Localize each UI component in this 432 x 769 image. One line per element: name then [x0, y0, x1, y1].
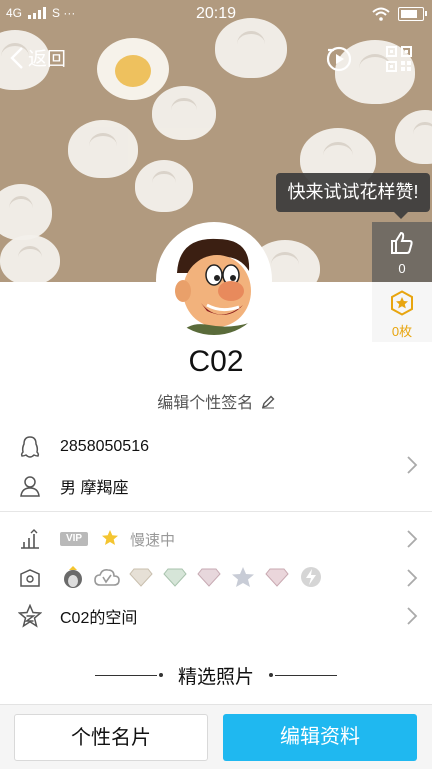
divider [95, 675, 157, 676]
chevron-right-icon [407, 530, 418, 548]
divider [0, 511, 432, 512]
coin-count: 0枚 [391, 324, 413, 339]
edit-profile-button[interactable]: 编辑资料 [223, 714, 417, 761]
diamond-badge-icon [196, 565, 222, 589]
vip-row[interactable]: VIP 慢速中 [0, 525, 432, 553]
divider [275, 675, 337, 676]
qq-number: 2858050516 [60, 438, 149, 455]
qzone-label: C02的空间 [60, 610, 138, 627]
diamond-badge-icon [162, 565, 188, 589]
chevron-right-icon[interactable] [406, 455, 418, 475]
back-button[interactable]: 返回 [10, 44, 66, 71]
wifi-icon [372, 7, 390, 21]
cover-pattern [152, 86, 216, 140]
badge-icon [18, 566, 42, 590]
nickname: C02 [188, 345, 244, 378]
thumb-up-icon [391, 231, 413, 254]
cover-pattern [115, 55, 151, 87]
music-icon [326, 46, 352, 72]
battery-icon [398, 7, 427, 21]
like-button[interactable]: 0 [372, 222, 432, 282]
diamond-badge-icon [128, 565, 154, 589]
cover-pattern [0, 235, 60, 282]
pencil-icon [261, 395, 275, 409]
divider [269, 673, 273, 677]
level-icon [18, 527, 42, 551]
coin-button[interactable]: 0枚 [372, 282, 432, 342]
penguin-icon [18, 435, 42, 459]
cover-pattern [135, 160, 193, 212]
profile-card-button[interactable]: 个性名片 [14, 714, 208, 761]
chevron-left-icon [10, 46, 23, 69]
star-badge-icon [230, 565, 256, 589]
gender-sign: 男 摩羯座 [60, 480, 129, 497]
diamond-badge-icon [264, 565, 290, 589]
status-time: 20:19 [195, 5, 237, 22]
star-coin-icon [391, 290, 413, 316]
bottom-bar: 个性名片 编辑资料 [0, 704, 432, 769]
avatar-image [159, 225, 269, 335]
qzone-star-icon [18, 604, 42, 628]
gender-row: 男 摩羯座 [0, 472, 432, 500]
qrcode-button[interactable] [384, 44, 414, 74]
chevron-right-icon [407, 569, 418, 587]
chevron-right-icon [407, 607, 418, 625]
qrcode-icon [386, 46, 412, 72]
badges-row[interactable] [0, 564, 432, 592]
penguin-badge-icon [60, 565, 86, 589]
cloud-badge-icon [94, 565, 120, 589]
signature-label: 编辑个性签名 [157, 395, 254, 412]
photos-section-title: 精选照片 [0, 662, 432, 690]
photos-title: 精选照片 [177, 667, 254, 688]
person-icon [18, 474, 42, 498]
qq-number-row: 2858050516 [0, 433, 432, 461]
star-level-icon [101, 529, 119, 552]
music-button[interactable] [324, 44, 354, 74]
vip-badge: VIP [60, 532, 88, 546]
cover-pattern [68, 120, 138, 178]
speed-status: 慢速中 [130, 531, 176, 549]
lightning-badge-icon [298, 565, 324, 589]
cover-pattern [0, 184, 52, 240]
back-label: 返回 [28, 49, 67, 70]
edit-signature[interactable]: 编辑个性签名 [0, 389, 432, 413]
divider [159, 673, 163, 677]
avatar[interactable] [156, 222, 272, 338]
like-tooltip: 快来试试花样赞! [276, 173, 430, 219]
cover-pattern [395, 110, 432, 164]
qzone-row[interactable]: C02的空间 [0, 602, 432, 630]
like-count: 0 [398, 261, 406, 276]
status-bar: 4G S ··· 20:19 [0, 0, 432, 30]
